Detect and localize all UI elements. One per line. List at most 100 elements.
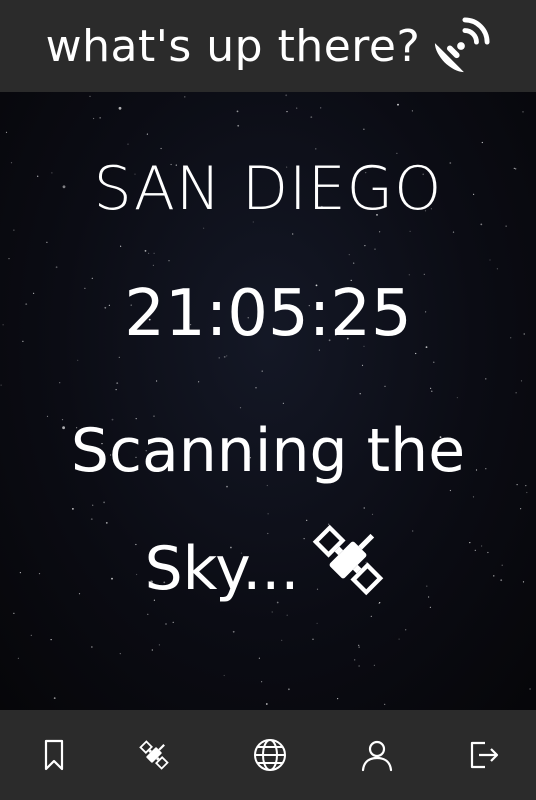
star xyxy=(148,252,150,254)
star xyxy=(115,389,117,391)
star xyxy=(203,227,205,229)
star xyxy=(522,111,524,113)
star xyxy=(452,231,455,233)
star xyxy=(312,638,314,640)
star xyxy=(99,117,101,119)
star xyxy=(8,258,10,260)
star xyxy=(485,378,487,380)
app-header: what's up there? xyxy=(0,0,536,92)
star xyxy=(118,106,122,110)
star xyxy=(152,264,154,266)
star xyxy=(50,639,52,641)
star xyxy=(310,116,313,118)
star xyxy=(520,380,523,382)
star xyxy=(226,355,228,357)
star xyxy=(405,629,407,631)
star xyxy=(379,231,381,233)
star xyxy=(423,273,425,275)
star xyxy=(296,107,298,109)
star xyxy=(433,361,435,363)
star xyxy=(168,260,170,262)
star xyxy=(505,225,507,227)
bottom-nav xyxy=(0,710,536,800)
star xyxy=(354,659,356,661)
star xyxy=(146,133,148,135)
star xyxy=(358,665,360,667)
nav-profile-button[interactable] xyxy=(323,710,430,800)
star xyxy=(529,688,531,690)
star xyxy=(409,230,411,232)
satellite-icon xyxy=(313,524,384,596)
app-title: what's up there? xyxy=(45,20,421,72)
star xyxy=(261,370,263,372)
star xyxy=(408,274,410,276)
star xyxy=(261,681,263,683)
star xyxy=(265,703,268,705)
star xyxy=(373,664,375,666)
star xyxy=(361,364,364,366)
star xyxy=(415,352,417,355)
logout-icon xyxy=(470,741,498,769)
nav-logout-button[interactable] xyxy=(429,710,536,800)
star xyxy=(30,634,32,637)
star xyxy=(120,245,122,247)
star xyxy=(198,381,200,383)
star xyxy=(258,657,260,659)
star xyxy=(496,268,498,270)
star xyxy=(153,252,155,254)
star xyxy=(156,380,158,382)
star xyxy=(384,703,386,706)
star xyxy=(77,359,79,361)
nav-bookmarks-button[interactable] xyxy=(0,710,107,800)
star xyxy=(144,250,147,252)
star xyxy=(255,387,257,389)
nav-satellites-button[interactable] xyxy=(100,710,207,800)
star xyxy=(127,143,129,145)
star xyxy=(398,638,400,640)
scan-status-line1: Scanning the xyxy=(70,416,466,486)
star xyxy=(411,110,413,112)
scan-status: Scanning the Sky... xyxy=(0,392,536,628)
star xyxy=(89,95,91,97)
star xyxy=(288,688,290,691)
local-clock: 21:05:25 xyxy=(124,277,412,351)
star xyxy=(5,131,8,133)
star xyxy=(397,103,399,106)
star xyxy=(151,649,153,651)
star xyxy=(91,646,93,648)
star xyxy=(119,653,121,655)
star xyxy=(374,248,376,250)
star xyxy=(13,229,15,231)
star xyxy=(363,128,365,130)
star xyxy=(292,233,294,235)
star xyxy=(160,147,162,150)
star xyxy=(184,96,186,98)
star xyxy=(218,357,220,359)
star xyxy=(237,124,240,127)
star xyxy=(236,110,239,113)
star xyxy=(116,382,119,384)
star xyxy=(285,94,288,97)
star xyxy=(158,644,160,646)
star xyxy=(348,254,350,256)
star xyxy=(281,639,283,641)
star xyxy=(0,384,2,386)
star xyxy=(223,356,226,358)
user-icon xyxy=(361,740,392,772)
globe-icon xyxy=(253,739,286,771)
star xyxy=(286,111,288,113)
nav-globe-button[interactable] xyxy=(216,710,323,800)
star xyxy=(93,117,95,120)
star xyxy=(489,259,491,261)
star xyxy=(430,387,432,389)
star xyxy=(364,245,366,247)
star xyxy=(223,674,225,677)
star xyxy=(481,141,483,144)
satellite-icon xyxy=(138,740,169,770)
star xyxy=(384,385,386,387)
star xyxy=(17,657,19,659)
star xyxy=(337,698,339,700)
satellite-dish-icon xyxy=(435,17,490,73)
city-name: SAN DIEGO xyxy=(93,154,443,224)
sky-panel: SAN DIEGO 21:05:25 Scanning the Sky... xyxy=(0,92,536,710)
